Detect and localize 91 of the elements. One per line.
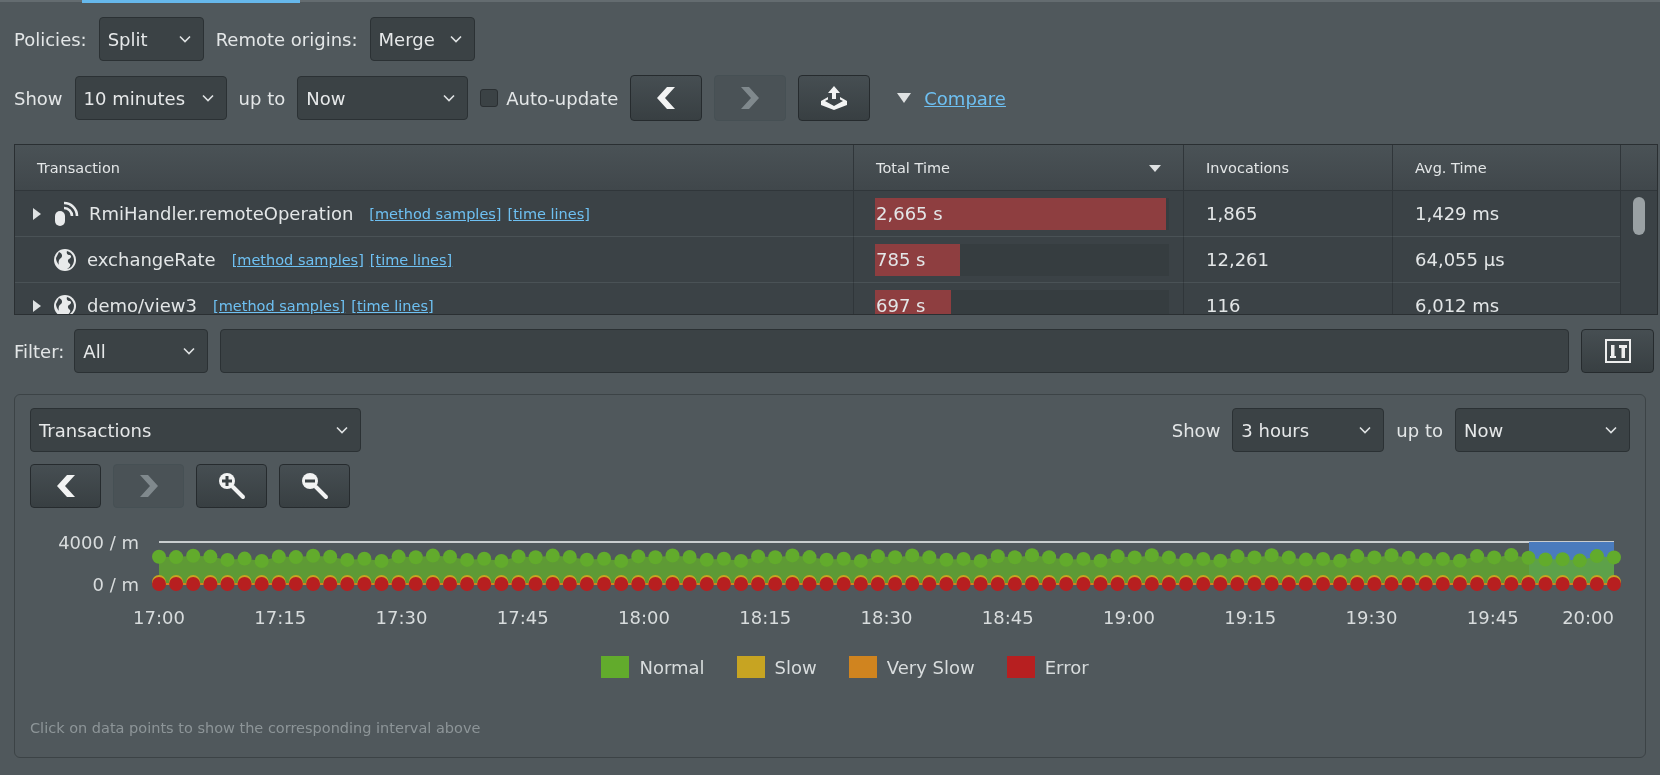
legend-label: Error (1044, 656, 1089, 678)
chevron-icon (336, 426, 348, 434)
scrollbar-thumb[interactable] (1633, 197, 1645, 235)
globe-icon (53, 247, 77, 272)
back-button[interactable] (630, 75, 703, 121)
table-cell: 1,865 (1184, 191, 1393, 237)
link[interactable]: [method samples] (231, 251, 364, 268)
link[interactable]: [time lines] (369, 251, 453, 268)
chevron-icon (1359, 426, 1372, 434)
dropdown[interactable]: 10 minutes (74, 76, 227, 120)
zoom-in-icon (217, 472, 246, 500)
x-axis-label: 18:15 (739, 607, 792, 628)
chevron-icon (201, 94, 214, 102)
columns-icon (1604, 339, 1631, 363)
dropdown[interactable]: All (74, 329, 209, 373)
chevron-icon (178, 35, 191, 43)
chevron-icon (449, 35, 462, 43)
export-button[interactable] (798, 75, 871, 121)
chevron-icon (183, 347, 196, 355)
total-time: 785 s (875, 248, 926, 270)
upload-tray-icon (820, 85, 849, 111)
link[interactable]: [method samples] (369, 205, 502, 222)
filter-field[interactable] (220, 329, 1569, 373)
chevron-left-icon (656, 86, 677, 110)
x-axis-label: 17:45 (496, 607, 549, 628)
total-time: 2,665 s (875, 202, 943, 224)
show-label: Show (14, 87, 63, 109)
column-header[interactable]: Invocations (1184, 145, 1393, 191)
show-label: Show (1171, 419, 1221, 441)
dropdown[interactable]: Transactions (30, 408, 361, 452)
transaction-name: exchangeRate (87, 249, 216, 270)
chevron-left-icon (55, 474, 76, 498)
hint-text: Click on data points to show the corresponding interval above (30, 720, 482, 736)
column-header[interactable]: Avg. Time (1393, 145, 1620, 191)
zoom-out-button[interactable] (279, 464, 350, 508)
total-time: 697 s (875, 294, 926, 314)
x-axis-label: 19:45 (1466, 607, 1519, 628)
column-header[interactable]: Transaction (15, 145, 854, 191)
policies-label: Policies: (14, 28, 87, 50)
filter-label: Filter: (14, 340, 65, 362)
table-cell: 64,055 µs (1393, 237, 1620, 283)
column-settings-button[interactable] (1581, 329, 1654, 373)
chevron-right-icon (138, 474, 159, 498)
checkbox-label: Auto-update (506, 87, 619, 109)
y-axis-label: 0 / m (92, 574, 139, 595)
up-to-label: up to (1396, 419, 1443, 441)
dropdown[interactable]: Now (1455, 408, 1630, 452)
compare-link[interactable]: Compare (924, 87, 1006, 109)
zoom-in-button[interactable] (196, 464, 267, 508)
column-header[interactable]: Total Time (854, 145, 1184, 191)
dropdown[interactable]: Now (297, 76, 469, 120)
link[interactable]: [method samples] (213, 297, 346, 314)
legend-label: Slow (774, 656, 817, 678)
signal-device-icon (53, 200, 79, 227)
dropdown[interactable]: 3 hours (1232, 408, 1385, 452)
link[interactable]: [time lines] (351, 297, 434, 314)
y-axis-label: 4000 / m (58, 532, 139, 553)
x-axis-label: 17:30 (375, 607, 428, 628)
legend-label: Very Slow (886, 656, 975, 678)
table-cell: 1,429 ms (1393, 191, 1620, 237)
legend-label: Normal (639, 656, 705, 678)
expand-triangle-icon (33, 299, 41, 312)
expand-triangle-icon (33, 207, 41, 220)
link[interactable]: [time lines] (507, 205, 590, 222)
disclosure-triangle-icon (896, 92, 913, 104)
transaction-series-drawing[interactable] (152, 548, 1621, 591)
back-button[interactable] (30, 464, 101, 508)
x-axis-label: 17:00 (133, 607, 185, 628)
transaction-name: demo/view3 (87, 295, 197, 314)
x-axis-label: 17:15 (254, 607, 307, 628)
dropdown[interactable]: Split (98, 17, 204, 61)
x-axis-label: 18:45 (981, 607, 1034, 628)
chevron-right-icon (740, 86, 761, 110)
x-axis-label: 18:00 (618, 607, 670, 628)
x-axis-label: 19:00 (1103, 607, 1155, 628)
x-axis-label: 19:30 (1345, 607, 1398, 628)
chevron-icon (1605, 426, 1617, 434)
remote-origins-label: Remote origins: (215, 28, 358, 50)
table-cell: 12,261 (1184, 237, 1393, 283)
transaction-cell[interactable]: exchangeRate [method samples] [time lines] (15, 237, 854, 283)
transaction-cell[interactable]: RmiHandler.remoteOperation [method samples] [time lines] (15, 191, 854, 237)
transaction-name: RmiHandler.remoteOperation (89, 203, 354, 224)
dropdown[interactable]: Merge (369, 17, 475, 61)
x-axis-label: 18:30 (860, 607, 913, 628)
x-axis-label: 20:00 (1562, 607, 1614, 628)
checkbox[interactable] (480, 89, 499, 107)
x-axis-label: 19:15 (1224, 607, 1277, 628)
chevron-icon (443, 94, 456, 102)
sort-arrow-icon (1149, 165, 1161, 172)
up-to-label: up to (238, 87, 286, 109)
zoom-out-icon (300, 472, 329, 500)
